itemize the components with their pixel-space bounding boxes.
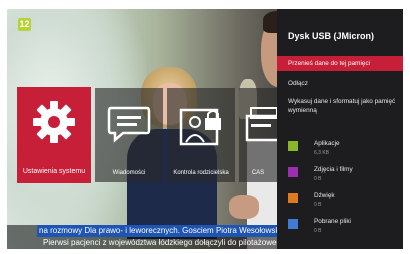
panel-title: Dysk USB (JMicron) (288, 31, 375, 41)
color-swatch (288, 141, 298, 151)
app-tile-parental-control[interactable]: Kontrola rodzicielska (167, 88, 235, 182)
app-label-system-settings: Ustawienia systemu (22, 168, 86, 175)
transfer-data-button[interactable]: Przenieś dane do tej pamięci (277, 56, 403, 71)
app-tile-system-settings[interactable]: Ustawienia systemu (17, 87, 91, 183)
message-bubble-icon (107, 106, 151, 143)
app-label-parental-control: Kontrola rodzicielska (173, 170, 229, 176)
gear-icon (33, 101, 75, 143)
app-label-messages: Wiadomości (112, 170, 146, 176)
guest-hand (229, 195, 259, 219)
ticker-line-1: na rozmowy Dla prawo- i leworecznych. Go… (37, 225, 287, 237)
storage-size: 0 B (314, 228, 322, 234)
storage-size: 6,3 KB (314, 150, 330, 156)
storage-name: Dźwięk (314, 192, 335, 199)
news-ticker: na rozmowy Dla prawo- i leworecznych. Go… (7, 225, 287, 249)
ticker-line-2: Pierwsi pacjenci z województwa łódzkiego… (43, 238, 286, 247)
color-swatch (288, 219, 298, 229)
storage-size: 0 B (314, 202, 322, 208)
app-label-cas: CAS (251, 170, 265, 176)
channel-logo: 12 (18, 18, 31, 31)
storage-name: Zdjęcia i filmy (314, 166, 353, 173)
format-storage-button[interactable]: Wykasuj dane i sformatuj jako pamięć wym… (277, 97, 397, 115)
storage-size: 0 B (314, 176, 322, 182)
disconnect-button[interactable]: Odłącz (277, 79, 403, 88)
storage-name: Pobrane pliki (314, 218, 351, 225)
storage-name: Aplikacje (314, 140, 340, 147)
parental-lock-icon (179, 108, 221, 146)
color-swatch (288, 167, 298, 177)
color-swatch (288, 193, 298, 203)
app-tile-cas[interactable]: CAS (239, 88, 277, 182)
app-tile-messages[interactable]: Wiadomości (95, 88, 163, 182)
apps-row: Ustawienia systemu Wiadomości Kontrola r… (17, 87, 277, 183)
card-reader-icon (245, 107, 277, 142)
usb-storage-panel: Dysk USB (JMicron) Przenieś dane do tej … (277, 9, 403, 249)
